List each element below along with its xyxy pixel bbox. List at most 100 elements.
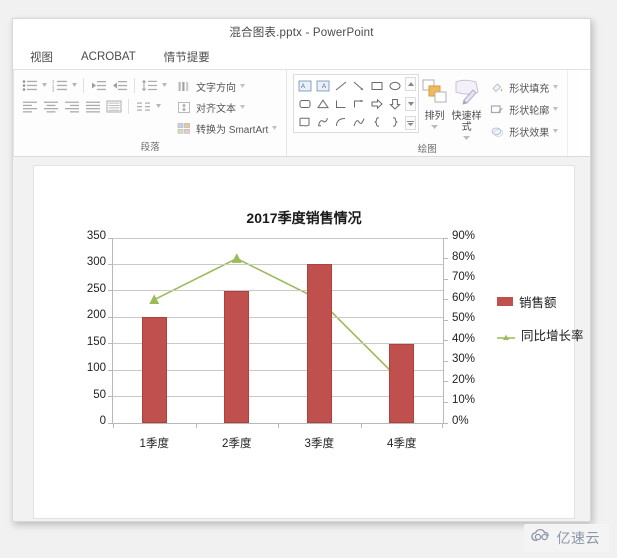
chevron-down-icon[interactable] [552,80,559,94]
y-axis-right-tick-label: 80% [452,250,476,263]
bullet-list-icon[interactable] [20,77,39,93]
y-axis-right-tick-mark [443,299,448,301]
watermark: 亿速云 [523,524,609,552]
chart-plot-area: 0 50 100 150 200 250 300 350 0% 10% 20% 30% 40% 50% 60… [87,230,475,450]
down-arrow-block-shape-icon[interactable] [386,95,403,112]
shape-effects-button[interactable]: 形状效果 [485,122,561,140]
legend-swatch-bar-icon [497,297,513,306]
tab-view[interactable]: 视图 [27,47,56,67]
arrange-dropdown-caret[interactable] [431,123,439,130]
align-justify-icon[interactable] [83,98,102,114]
shape-fill-button[interactable]: 形状填充 [485,78,561,96]
tab-storyboard[interactable]: 情节提要 [161,47,213,67]
tab-acrobat[interactable]: ACROBAT [78,49,139,65]
right-arrow-block-shape-icon[interactable] [368,95,385,112]
chevron-down-icon[interactable] [552,102,559,116]
columns-dropdown-caret[interactable] [155,99,162,113]
chart-legend[interactable]: 销售额 同比增长率 [497,292,584,344]
chevron-down-icon[interactable] [552,124,559,138]
x-axis-category-label: 2季度 [222,438,252,450]
align-text-button[interactable]: 对齐文本 [172,98,280,116]
chart-bar[interactable] [224,290,250,423]
arrow-shape-icon[interactable] [350,77,367,94]
chevron-down-icon[interactable] [271,121,278,135]
y-axis-right-tick-label: 90% [452,230,476,242]
bullet-list-dropdown-caret[interactable] [41,78,48,92]
chevron-down-icon[interactable] [239,79,246,93]
y-axis-right-tick-label: 50% [452,312,476,325]
quick-styles-button[interactable]: 快速样式 [450,74,483,141]
shapes-gallery-scroll [405,77,417,130]
divider [83,77,84,93]
arrange-label: 排列 [424,111,445,122]
textbox-shape-icon[interactable]: A [296,77,313,94]
find-icon[interactable] [576,78,590,94]
align-right-icon[interactable] [62,98,81,114]
paragraph-command-rows: 1 2 3 [20,74,168,114]
y-axis-right-tick-mark [443,340,448,342]
numbered-list-dropdown-caret[interactable] [71,78,78,92]
chart-gridline [113,290,443,292]
legend-item-sales[interactable]: 销售额 [497,292,584,311]
shape-fill-icon [487,79,506,95]
align-text-icon [174,99,193,115]
line-spacing-dropdown-caret[interactable] [161,78,168,92]
chart-gridline [113,263,443,265]
quick-styles-dropdown-caret[interactable] [463,134,471,141]
watermark-text: 亿速云 [556,530,600,546]
shapes-scroll-up-button[interactable] [405,77,417,91]
ribbon-group-clipped-right [568,70,590,156]
replace-icon[interactable] [576,98,590,114]
shape-outline-button[interactable]: 形状轮廓 [485,100,561,118]
shapes-scroll-down-button[interactable] [405,96,417,111]
chart-bar[interactable] [141,317,167,423]
y-axis-right-tick-label: 40% [452,332,476,345]
chart-object[interactable]: 2017季度销售情况 0 50 100 150 200 250 300 350 0% 10% 20%… [42,210,584,486]
shapes-gallery[interactable]: A A [293,74,420,133]
x-axis-tick-mark [113,423,114,428]
columns-icon[interactable] [134,98,153,114]
arc-shape-icon[interactable] [332,113,349,130]
y-axis-right-tick-mark [443,422,448,424]
shapes-gallery-more-button[interactable] [405,116,417,130]
line-spacing-icon[interactable] [140,77,159,93]
triangle-shape-icon[interactable] [314,95,331,112]
curve-shape-icon[interactable] [350,113,367,130]
right-brace-shape-icon[interactable] [386,113,403,130]
increase-indent-icon[interactable] [110,77,129,93]
flowchart-shape-icon[interactable] [296,113,313,130]
chevron-down-icon[interactable] [239,100,246,114]
text-direction-label: 文字方向 [196,82,236,94]
align-left-icon[interactable] [20,98,39,114]
rectangle-shape-icon[interactable] [368,77,385,94]
left-brace-shape-icon[interactable] [368,113,385,130]
slide-canvas[interactable]: 2017季度销售情况 0 50 100 150 200 250 300 350 0% 10% 20%… [33,165,584,519]
smartart-icon [174,120,193,136]
decrease-indent-icon[interactable] [89,77,108,93]
y-axis-left-tick-label: 50 [93,388,106,401]
convert-to-smartart-button[interactable]: 转换为 SmartArt [172,119,280,137]
distributed-align-icon[interactable] [104,98,123,114]
line-shape-icon[interactable] [332,77,349,94]
elbow-connector-shape-icon[interactable] [332,95,349,112]
rounded-rectangle-shape-icon[interactable] [296,95,313,112]
chart-bar[interactable] [389,343,415,423]
slide-editing-area: 2017季度销售情况 0 50 100 150 200 250 300 350 0% 10% 20%… [13,157,590,521]
paragraph-row-1: 1 2 3 [20,77,168,93]
x-axis-category-label: 1季度 [139,438,169,450]
numbered-list-icon[interactable]: 1 2 3 [50,77,69,93]
align-text-label: 对齐文本 [196,103,236,115]
svg-text:A: A [322,84,326,90]
arrange-button[interactable]: 排列 [419,74,450,130]
vertical-textbox-shape-icon[interactable]: A [314,77,331,94]
ribbon-tab-strip: 视图 ACROBAT 情节提要 [13,45,590,70]
chart-bar[interactable] [306,264,332,423]
legend-item-growth-rate[interactable]: 同比增长率 [497,325,584,344]
shape-fill-label: 形状填充 [509,83,550,95]
align-center-icon[interactable] [41,98,60,114]
elbow-arrow-shape-icon[interactable] [350,95,367,112]
text-direction-button[interactable]: 文字方向 [172,77,280,95]
svg-text:3: 3 [52,87,55,91]
freeform-shape-icon[interactable] [314,113,331,130]
ellipse-shape-icon[interactable] [386,77,403,94]
